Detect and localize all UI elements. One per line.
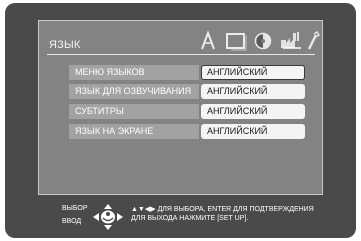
setting-row-subtitles[interactable]: СУБТИТРЫ АНГЛИЙСКИЙ: [69, 104, 305, 119]
row-value-selected[interactable]: АНГЛИЙСКИЙ: [201, 65, 305, 80]
row-value[interactable]: АНГЛИЙСКИЙ: [201, 124, 305, 139]
display-frame-icon[interactable]: [225, 31, 247, 51]
setting-row-menu-language[interactable]: МЕНЮ ЯЗЫКОВ АНГЛИЙСКИЙ: [69, 65, 305, 80]
category-icon-bar: [187, 25, 322, 55]
row-label: МЕНЮ ЯЗЫКОВ: [69, 65, 199, 80]
wrench-icon[interactable]: [306, 31, 320, 51]
enter-word: ВВОД: [62, 218, 82, 225]
row-label: ЯЗЫК НА ЭКРАНЕ: [69, 124, 199, 139]
speaker-icon[interactable]: [253, 31, 273, 51]
palette-brush-icon[interactable]: [279, 31, 303, 51]
osd-screen: ЯЗЫК МЕНЮ ЯЗЫКОВ АНГЛИЙСКИЙ ЯЗЫК ДЛЯ ОЗВ…: [5, 3, 356, 238]
row-value[interactable]: АНГЛИЙСКИЙ: [201, 104, 305, 119]
select-word: ВЫБОР: [62, 205, 88, 212]
setting-row-osd-language[interactable]: ЯЗЫК НА ЭКРАНЕ АНГЛИЙСКИЙ: [69, 124, 305, 139]
joystick-icon: [93, 204, 123, 230]
row-label: СУБТИТРЫ: [69, 104, 199, 119]
font-a-icon[interactable]: [199, 31, 217, 51]
menu-title: ЯЗЫК: [49, 39, 81, 51]
row-value[interactable]: АНГЛИЙСКИЙ: [201, 84, 305, 99]
footer-words: ВЫБОР ВВОД: [62, 202, 88, 228]
language-menu-panel: ЯЗЫК МЕНЮ ЯЗЫКОВ АНГЛИЙСКИЙ ЯЗЫК ДЛЯ ОЗВ…: [38, 20, 323, 195]
help-line-2: ДЛЯ ВЫХОДА НАЖМИТЕ [SET UP].: [131, 215, 249, 222]
footer-help-text: ▲▼◀▶ ДЛЯ ВЫБОРА, ENTER ДЛЯ ПОДТВЕРЖДЕНИЯ…: [131, 205, 346, 223]
setting-row-audio-language[interactable]: ЯЗЫК ДЛЯ ОЗВУЧИВАНИЯ АНГЛИЙСКИЙ: [69, 84, 305, 99]
title-divider: [47, 54, 315, 55]
help-line-1: ▲▼◀▶ ДЛЯ ВЫБОРА, ENTER ДЛЯ ПОДТВЕРЖДЕНИЯ: [131, 206, 314, 213]
row-label: ЯЗЫК ДЛЯ ОЗВУЧИВАНИЯ: [69, 84, 199, 99]
help-footer: ВЫБОР ВВОД ▲▼◀▶ ДЛЯ ВЫБОРА, ENTER ДЛЯ ПО…: [5, 198, 356, 238]
